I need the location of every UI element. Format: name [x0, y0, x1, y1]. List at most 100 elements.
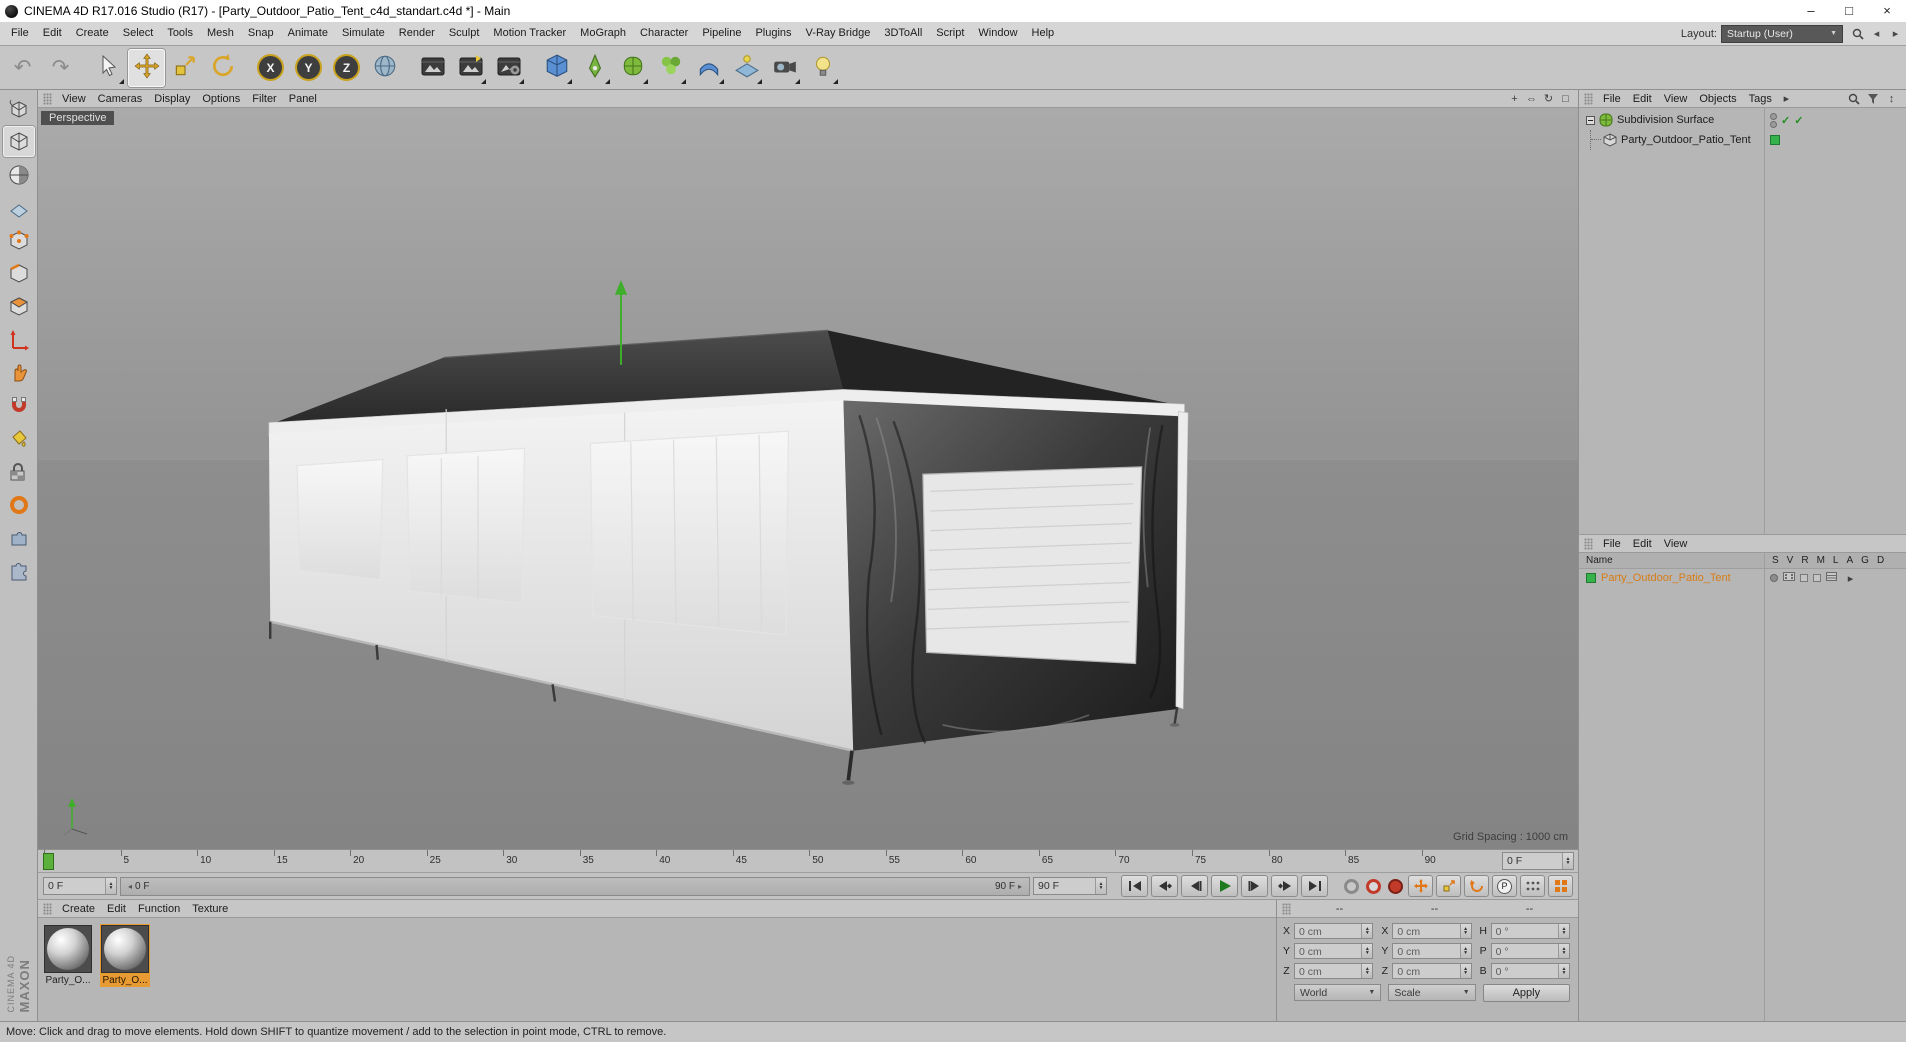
enabled-check-icon[interactable]: ✓ [1781, 114, 1790, 127]
viewport-menu-filter[interactable]: Filter [246, 93, 282, 105]
viewport-menu-panel[interactable]: Panel [283, 93, 323, 105]
workplane-mode-button[interactable] [3, 192, 35, 223]
scale-tool-button[interactable] [166, 49, 203, 87]
key-parameter-button[interactable]: P [1492, 875, 1517, 897]
lp-menu-edit[interactable]: Edit [1627, 538, 1658, 550]
generator-toggle-icon[interactable]: ▸ [1842, 572, 1859, 585]
search-icon[interactable] [1849, 25, 1866, 42]
viewport-menu-display[interactable]: Display [148, 93, 196, 105]
menu-item-mesh[interactable]: Mesh [200, 22, 241, 45]
maximize-button[interactable]: □ [1830, 0, 1868, 22]
lock-workplane-button[interactable] [3, 456, 35, 487]
key-position-button[interactable] [1408, 875, 1433, 897]
plugin-button-2[interactable] [3, 555, 35, 586]
om-menu-file[interactable]: File [1597, 93, 1627, 105]
col-s[interactable]: S [1772, 555, 1779, 566]
texture-mode-button[interactable] [3, 159, 35, 190]
object-label[interactable]: Subdivision Surface [1617, 114, 1714, 126]
lock-x-axis-button[interactable]: X [252, 49, 289, 87]
enable-axis-button[interactable] [3, 324, 35, 355]
record-keyframe-button[interactable] [1344, 878, 1359, 894]
spline-pen-button[interactable] [576, 49, 613, 87]
toggle-view-icon[interactable]: □ [1557, 93, 1574, 105]
material-menu-edit[interactable]: Edit [101, 903, 132, 915]
minimize-button[interactable]: – [1792, 0, 1830, 22]
viewport-menu-options[interactable]: Options [196, 93, 246, 105]
menu-item-edit[interactable]: Edit [36, 22, 69, 45]
layer-row-tent[interactable]: Party_Outdoor_Patio_Tent ▸ [1579, 569, 1906, 587]
key-pla-button[interactable] [1520, 875, 1545, 897]
size-y-field[interactable]: 0 cm ▲ ▼ [1392, 943, 1472, 959]
object-row-tent[interactable]: Party_Outdoor_Patio_Tent [1579, 130, 1906, 150]
solo-toggle-icon[interactable] [1770, 574, 1778, 582]
panel-grip[interactable] [1282, 902, 1291, 915]
col-v[interactable]: V [1787, 555, 1794, 566]
menu-item-render[interactable]: Render [392, 22, 442, 45]
col-d[interactable]: D [1877, 555, 1884, 566]
size-z-field[interactable]: 0 cm ▲ ▼ [1392, 963, 1472, 979]
mograph-button[interactable] [652, 49, 689, 87]
menu-item-sculpt[interactable]: Sculpt [442, 22, 487, 45]
material-label[interactable]: Party_O... [100, 974, 150, 987]
keyframe-selection-button[interactable] [1388, 878, 1403, 894]
sort-icon[interactable]: ↕ [1883, 90, 1900, 107]
viewport-menu-view[interactable]: View [56, 93, 92, 105]
interactive-render-region-button[interactable] [3, 489, 35, 520]
make-editable-button[interactable] [3, 93, 35, 124]
menu-item-select[interactable]: Select [116, 22, 161, 45]
menu-item-window[interactable]: Window [971, 22, 1024, 45]
menu-item-character[interactable]: Character [633, 22, 695, 45]
pos-y-field[interactable]: 0 cm ▲ ▼ [1294, 943, 1374, 959]
key-rotation-button[interactable] [1464, 875, 1489, 897]
points-mode-button[interactable] [3, 225, 35, 256]
manager-toggle-icon[interactable] [1800, 574, 1808, 582]
rotation-column-header[interactable]: -- [1485, 903, 1574, 915]
menu-item-animate[interactable]: Animate [281, 22, 335, 45]
render-toggle-icon[interactable] [1783, 572, 1795, 584]
menu-item-help[interactable]: Help [1025, 22, 1062, 45]
filter-icon[interactable] [1864, 90, 1881, 107]
spinner[interactable]: ▲ ▼ [1095, 878, 1106, 894]
play-button[interactable] [1211, 875, 1238, 897]
previous-key-button[interactable] [1151, 875, 1178, 897]
menu-item-snap[interactable]: Snap [241, 22, 281, 45]
redo-button[interactable]: ↷ [42, 49, 79, 87]
om-menu-edit[interactable]: Edit [1627, 93, 1658, 105]
current-frame-field[interactable]: 0 F ▲ ▼ [1502, 852, 1574, 870]
om-menu-tags[interactable]: Tags [1743, 93, 1778, 105]
panel-grip[interactable] [43, 902, 52, 915]
material-menu-create[interactable]: Create [56, 903, 101, 915]
range-start-field[interactable]: 0 F ▲ ▼ [43, 877, 117, 895]
lp-menu-view[interactable]: View [1658, 538, 1694, 550]
col-l[interactable]: L [1833, 555, 1839, 566]
col-a[interactable]: A [1846, 555, 1853, 566]
edges-mode-button[interactable] [3, 258, 35, 289]
search-icon[interactable] [1845, 90, 1862, 107]
camera-label[interactable]: Perspective [41, 111, 115, 125]
viewport-solo-button[interactable] [3, 357, 35, 388]
rot-p-field[interactable]: 0 ° ▲ ▼ [1490, 943, 1570, 959]
lock-y-axis-button[interactable]: Y [290, 49, 327, 87]
close-button[interactable]: × [1868, 0, 1906, 22]
render-view-button[interactable] [414, 49, 451, 87]
spinner[interactable]: ▲ ▼ [105, 878, 116, 894]
col-m[interactable]: M [1817, 555, 1825, 566]
model-mode-button[interactable] [2, 126, 35, 157]
object-row-subdivision-surface[interactable]: Subdivision Surface ✓ ✓ [1579, 110, 1906, 130]
range-left-grip-icon[interactable]: ◂ [128, 882, 132, 891]
paint-tool-button[interactable] [3, 423, 35, 454]
rot-h-field[interactable]: 0 ° ▲ ▼ [1490, 923, 1570, 939]
apply-button[interactable]: Apply [1482, 984, 1570, 1002]
key-scale-button[interactable] [1436, 875, 1461, 897]
material-menu-texture[interactable]: Texture [186, 903, 234, 915]
material-thumbnail[interactable] [100, 924, 150, 974]
menu-item-file[interactable]: File [4, 22, 36, 45]
add-cube-button[interactable] [538, 49, 575, 87]
render-picture-viewer-button[interactable] [452, 49, 489, 87]
enabled-check-icon[interactable]: ✓ [1794, 114, 1803, 127]
lp-menu-file[interactable]: File [1597, 538, 1627, 550]
range-end-field[interactable]: 90 F ▲ ▼ [1033, 877, 1107, 895]
rot-b-field[interactable]: 0 ° ▲ ▼ [1490, 963, 1570, 979]
menu-item-tools[interactable]: Tools [160, 22, 200, 45]
panel-grip[interactable] [1584, 92, 1593, 105]
